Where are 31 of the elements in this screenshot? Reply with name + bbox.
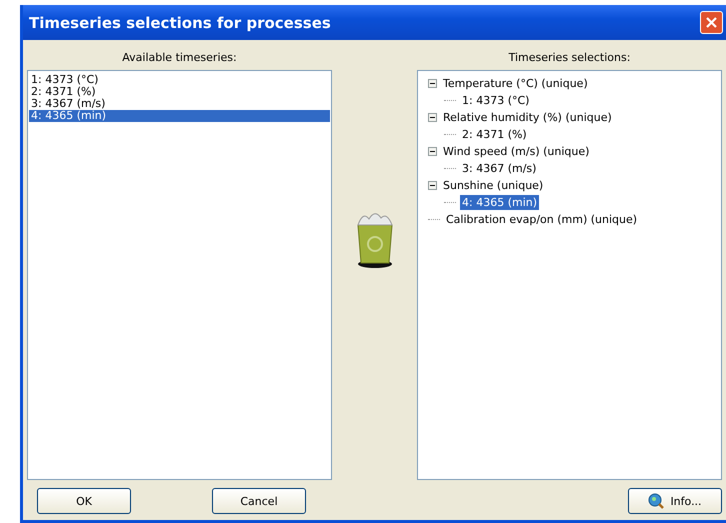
collapse-icon[interactable] bbox=[428, 147, 437, 156]
list-item[interactable]: 1: 4373 (°C) bbox=[29, 74, 330, 86]
list-item[interactable]: 3: 4367 (m/s) bbox=[29, 98, 330, 110]
magnifier-icon bbox=[648, 493, 664, 509]
window-title: Timeseries selections for processes bbox=[29, 14, 331, 32]
tree-line bbox=[428, 219, 440, 220]
tree-node[interactable]: Wind speed (m/s) (unique) bbox=[441, 144, 592, 159]
close-icon bbox=[705, 16, 718, 29]
collapse-icon[interactable] bbox=[428, 113, 437, 122]
tree-line bbox=[444, 202, 456, 203]
tree-node[interactable]: Calibration evap/on (mm) (unique) bbox=[444, 212, 640, 227]
close-button[interactable] bbox=[700, 11, 723, 34]
info-button[interactable]: Info... bbox=[628, 488, 722, 514]
tree-node[interactable]: 2: 4371 (%) bbox=[460, 127, 529, 142]
list-label: Available timeseries: bbox=[121, 50, 238, 66]
tree-node[interactable]: Temperature (°C) (unique) bbox=[441, 76, 590, 91]
cancel-button[interactable]: Cancel bbox=[212, 488, 306, 514]
tree-node[interactable]: Relative humidity (%) (unique) bbox=[441, 110, 614, 125]
tree-label: Timeseries selections: bbox=[508, 50, 632, 66]
tree-node[interactable]: 4: 4365 (min) bbox=[460, 195, 540, 210]
tree-line bbox=[444, 168, 456, 169]
tree-line bbox=[444, 100, 456, 101]
ok-button[interactable]: OK bbox=[37, 488, 131, 514]
tree-node[interactable]: 1: 4373 (°C) bbox=[460, 93, 532, 108]
collapse-icon[interactable] bbox=[428, 79, 437, 88]
tree-node[interactable]: 3: 4367 (m/s) bbox=[460, 161, 538, 176]
collapse-icon[interactable] bbox=[428, 181, 437, 190]
list-item[interactable]: 2: 4371 (%) bbox=[29, 86, 330, 98]
tree-node[interactable]: Sunshine (unique) bbox=[441, 178, 546, 193]
tree-line bbox=[444, 134, 456, 135]
list-item[interactable]: 4: 4365 (min) bbox=[29, 110, 330, 122]
